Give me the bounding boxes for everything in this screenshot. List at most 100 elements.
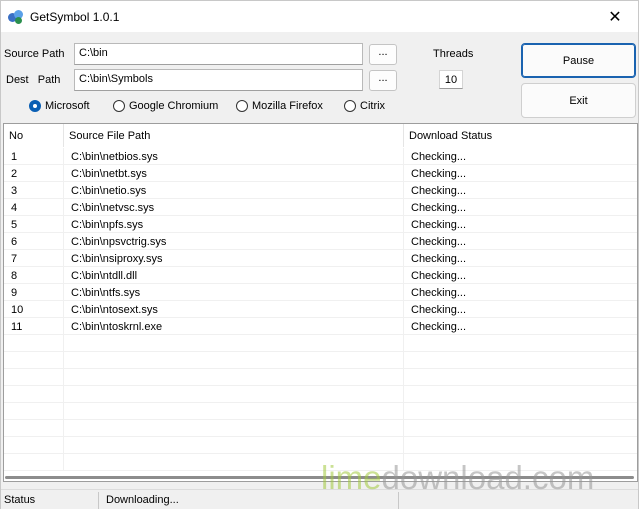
download-status-cell: Checking... — [411, 184, 467, 197]
file-list[interactable]: No Source File Path Download Status 1 C:\… — [3, 123, 638, 482]
download-status-cell: Checking... — [411, 150, 467, 163]
radio-mozilla-firefox[interactable]: Mozilla Firefox — [236, 100, 323, 112]
row-number-cell: 11 — [4, 318, 64, 335]
row-number-cell: 3 — [4, 182, 64, 199]
row-number-cell: 7 — [4, 250, 64, 267]
row-number-cell — [4, 403, 64, 420]
download-status-cell: Checking... — [411, 303, 467, 316]
radio-citrix-label: Citrix — [360, 100, 386, 112]
row-number-cell: 1 — [4, 148, 64, 165]
table-row — [4, 454, 637, 471]
status-separator — [398, 492, 399, 509]
table-row[interactable]: 2 C:\bin\netbt.sys Checking... — [4, 165, 637, 182]
row-number-cell — [4, 335, 64, 352]
radio-unselected-icon — [113, 100, 125, 112]
pause-button[interactable]: Pause — [521, 43, 636, 78]
download-status-cell: Checking... — [411, 167, 467, 180]
source-file-path-cell — [64, 454, 404, 471]
row-number-cell: 2 — [4, 165, 64, 182]
app-icon — [8, 9, 24, 25]
table-row[interactable]: 7 C:\bin\nsiproxy.sys Checking... — [4, 250, 637, 267]
download-status-cell — [404, 420, 637, 437]
table-row[interactable]: 3 C:\bin\netio.sys Checking... — [4, 182, 637, 199]
table-row — [4, 386, 637, 403]
source-file-path-cell — [64, 369, 404, 386]
table-row[interactable]: 5 C:\bin\npfs.sys Checking... — [4, 216, 637, 233]
download-status-cell — [404, 437, 637, 454]
column-header-source-path[interactable]: Source File Path — [64, 124, 404, 147]
exit-button[interactable]: Exit — [521, 83, 636, 118]
download-status-cell — [404, 454, 637, 471]
main-window: GetSymbol 1.0.1 ✕ Source Path C:\bin ...… — [0, 0, 639, 509]
status-bar: Status Downloading... — [1, 489, 638, 509]
download-status-cell: Checking... — [411, 201, 467, 214]
row-number-cell — [4, 352, 64, 369]
row-number-cell: 4 — [4, 199, 64, 216]
row-number-cell: 10 — [4, 301, 64, 318]
dest-browse-button[interactable]: ... — [369, 70, 397, 91]
radio-unselected-icon — [236, 100, 248, 112]
threads-input[interactable]: 10 — [439, 70, 463, 89]
source-browse-button[interactable]: ... — [369, 44, 397, 65]
table-row[interactable]: 10 C:\bin\ntosext.sys Checking... — [4, 301, 637, 318]
download-status-cell — [404, 386, 637, 403]
table-row — [4, 437, 637, 454]
source-file-path-cell: C:\bin\netio.sys — [64, 182, 404, 199]
download-status-cell: Checking... — [411, 286, 467, 299]
source-file-path-cell: C:\bin\netbios.sys — [64, 148, 404, 165]
source-file-path-cell — [64, 437, 404, 454]
radio-citrix[interactable]: Citrix — [344, 100, 385, 112]
close-button[interactable]: ✕ — [592, 1, 638, 32]
column-header-no[interactable]: No — [4, 124, 64, 147]
file-list-rows: 1 C:\bin\netbios.sys Checking... 2 C:\bin\ne… — [4, 148, 637, 471]
status-separator — [98, 492, 99, 509]
column-header-download-status[interactable]: Download Status — [404, 124, 637, 147]
source-file-path-cell: C:\bin\netvsc.sys — [64, 199, 404, 216]
row-number-cell — [4, 454, 64, 471]
source-file-path-cell: C:\bin\netbt.sys — [64, 165, 404, 182]
source-file-path-cell — [64, 403, 404, 420]
row-number-cell: 5 — [4, 216, 64, 233]
download-status-cell: Checking... — [411, 269, 467, 282]
row-number-cell — [4, 369, 64, 386]
table-row — [4, 403, 637, 420]
file-list-header: No Source File Path Download Status — [4, 124, 637, 147]
source-file-path-cell: C:\bin\ntosext.sys — [64, 301, 404, 318]
status-value: Downloading... — [106, 494, 179, 506]
radio-microsoft[interactable]: Microsoft — [29, 100, 90, 112]
radio-mozilla-firefox-label: Mozilla Firefox — [252, 100, 323, 112]
status-label: Status — [4, 494, 36, 506]
row-number-cell: 9 — [4, 284, 64, 301]
source-file-path-cell — [64, 352, 404, 369]
radio-selected-icon — [29, 100, 41, 112]
source-file-path-cell: C:\bin\ntdll.dll — [64, 267, 404, 284]
source-path-field[interactable]: C:\bin — [74, 43, 363, 65]
source-file-path-cell: C:\bin\npsvctrig.sys — [64, 233, 404, 250]
table-row[interactable]: 11 C:\bin\ntoskrnl.exe Checking... — [4, 318, 637, 335]
dest-path-field[interactable]: C:\bin\Symbols — [74, 69, 363, 91]
threads-label: Threads — [433, 48, 474, 60]
table-row[interactable]: 1 C:\bin\netbios.sys Checking... — [4, 148, 637, 165]
table-row[interactable]: 4 C:\bin\netvsc.sys Checking... — [4, 199, 637, 216]
row-number-cell — [4, 437, 64, 454]
radio-unselected-icon — [344, 100, 356, 112]
table-row — [4, 369, 637, 386]
source-file-path-cell: C:\bin\npfs.sys — [64, 216, 404, 233]
row-number-cell — [4, 386, 64, 403]
radio-google-chromium[interactable]: Google Chromium — [113, 100, 218, 112]
row-number-cell: 6 — [4, 233, 64, 250]
table-row — [4, 352, 637, 369]
download-status-cell — [404, 352, 637, 369]
radio-microsoft-label: Microsoft — [45, 100, 90, 112]
source-file-path-cell: C:\bin\ntfs.sys — [64, 284, 404, 301]
table-row[interactable]: 6 C:\bin\npsvctrig.sys Checking... — [4, 233, 637, 250]
window-title: GetSymbol 1.0.1 — [30, 9, 120, 24]
horizontal-scrollbar[interactable] — [5, 476, 634, 479]
row-number-cell: 8 — [4, 267, 64, 284]
row-number-cell — [4, 420, 64, 437]
title-bar: GetSymbol 1.0.1 ✕ — [1, 1, 638, 32]
table-row[interactable]: 9 C:\bin\ntfs.sys Checking... — [4, 284, 637, 301]
table-row[interactable]: 8 C:\bin\ntdll.dll Checking... — [4, 267, 637, 284]
source-file-path-cell — [64, 386, 404, 403]
dest-path-label: Dest Path — [6, 74, 61, 86]
